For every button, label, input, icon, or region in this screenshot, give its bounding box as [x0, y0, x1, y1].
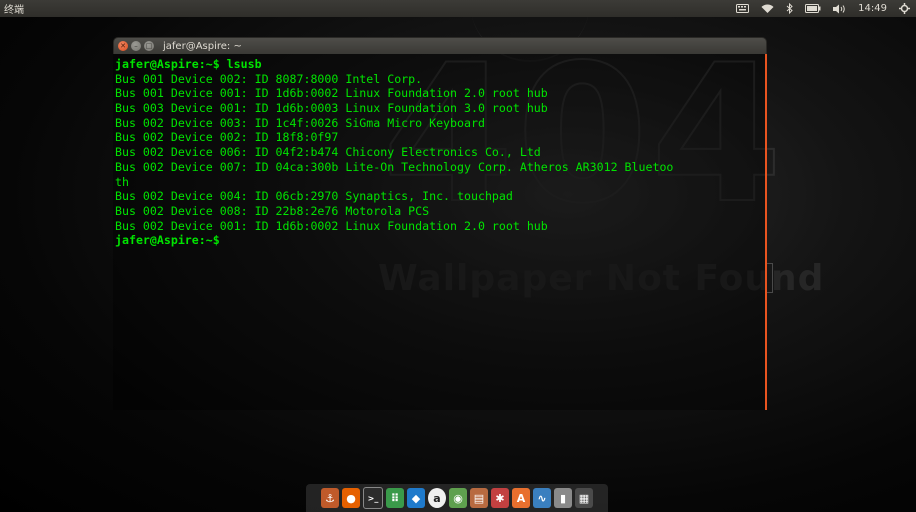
- indicator-area: 14:49: [736, 0, 916, 17]
- app-grid-icon[interactable]: ⠿: [386, 488, 404, 508]
- terminal-icon[interactable]: >_: [363, 487, 383, 509]
- terminal-output-line: Bus 002 Device 007: ID 04ca:300b Lite-On…: [115, 159, 674, 174]
- battery-icon[interactable]: [805, 0, 821, 17]
- vscode-icon[interactable]: ◆: [407, 488, 425, 508]
- terminal-prompt-line: jafer@Aspire:~$ lsusb: [115, 57, 262, 71]
- terminal-output-line: Bus 001 Device 002: ID 8087:8000 Intel C…: [115, 71, 423, 86]
- android-studio-icon[interactable]: ◉: [449, 488, 467, 508]
- terminal-output-line: Bus 002 Device 008: ID 22b8:2e76 Motorol…: [115, 203, 430, 218]
- maximize-icon: □: [145, 41, 153, 50]
- bluetooth-icon[interactable]: [786, 0, 793, 17]
- minimize-icon: –: [134, 41, 138, 50]
- dock: ⚓ ● >_ ⠿ ◆ a ◉ ▤ ✱ A ∿ ▮ ▦: [306, 484, 608, 512]
- close-button[interactable]: ✕: [118, 41, 128, 51]
- active-app-title[interactable]: 终端: [0, 1, 24, 16]
- desktop: 404 Wallpaper Not Found 终端 14:49 ✕ – □ j…: [0, 0, 916, 512]
- terminal-output-line: Bus 002 Device 006: ID 04f2:b474 Chicony…: [115, 145, 541, 160]
- terminal-output-line: th: [115, 174, 129, 189]
- trash-icon[interactable]: ▮: [554, 488, 572, 508]
- wallpaper-cursor: [766, 263, 773, 293]
- keyboard-icon[interactable]: [736, 0, 750, 17]
- system-monitor-icon[interactable]: ∿: [533, 488, 551, 508]
- terminal-scrollbar[interactable]: [765, 54, 767, 410]
- terminal-window[interactable]: ✕ – □ jafer@Aspire: ~ jafer@Aspire:~$ ls…: [113, 37, 767, 410]
- volume-icon[interactable]: [833, 0, 846, 17]
- terminal-titlebar[interactable]: ✕ – □ jafer@Aspire: ~: [113, 37, 767, 54]
- workspace-icon[interactable]: ▦: [575, 488, 593, 508]
- terminal-output-line: Bus 002 Device 002: ID 18f8:0f97: [115, 130, 339, 145]
- software-center-icon[interactable]: A: [512, 488, 530, 508]
- terminal-output-line: Bus 002 Device 004: ID 06cb:2970 Synapti…: [115, 189, 513, 204]
- terminal-output-line: Bus 002 Device 001: ID 1d6b:0002 Linux F…: [115, 218, 548, 233]
- gear-icon[interactable]: [899, 0, 910, 17]
- files-icon[interactable]: ▤: [470, 488, 488, 508]
- top-panel: 终端 14:49: [0, 0, 916, 17]
- wifi-icon[interactable]: [761, 0, 774, 17]
- clock[interactable]: 14:49: [858, 0, 887, 17]
- maximize-button[interactable]: □: [144, 41, 154, 51]
- terminal-output-line: Bus 002 Device 003: ID 1c4f:0026 SiGma M…: [115, 115, 485, 130]
- minimize-button[interactable]: –: [131, 41, 141, 51]
- terminal-output-line: Bus 003 Device 001: ID 1d6b:0003 Linux F…: [115, 101, 548, 116]
- window-title: jafer@Aspire: ~: [163, 40, 242, 52]
- anchor-icon[interactable]: ⚓: [321, 488, 339, 508]
- close-icon: ✕: [120, 41, 126, 50]
- terminal-output[interactable]: jafer@Aspire:~$ lsusb Bus 001 Device 002:…: [113, 54, 767, 410]
- terminal-output-line: Bus 001 Device 001: ID 1d6b:0002 Linux F…: [115, 86, 548, 101]
- terminal-prompt-line: jafer@Aspire:~$: [115, 233, 220, 248]
- firefox-icon[interactable]: ●: [342, 488, 360, 508]
- settings-icon[interactable]: ✱: [491, 488, 509, 508]
- amazon-icon[interactable]: a: [428, 488, 446, 508]
